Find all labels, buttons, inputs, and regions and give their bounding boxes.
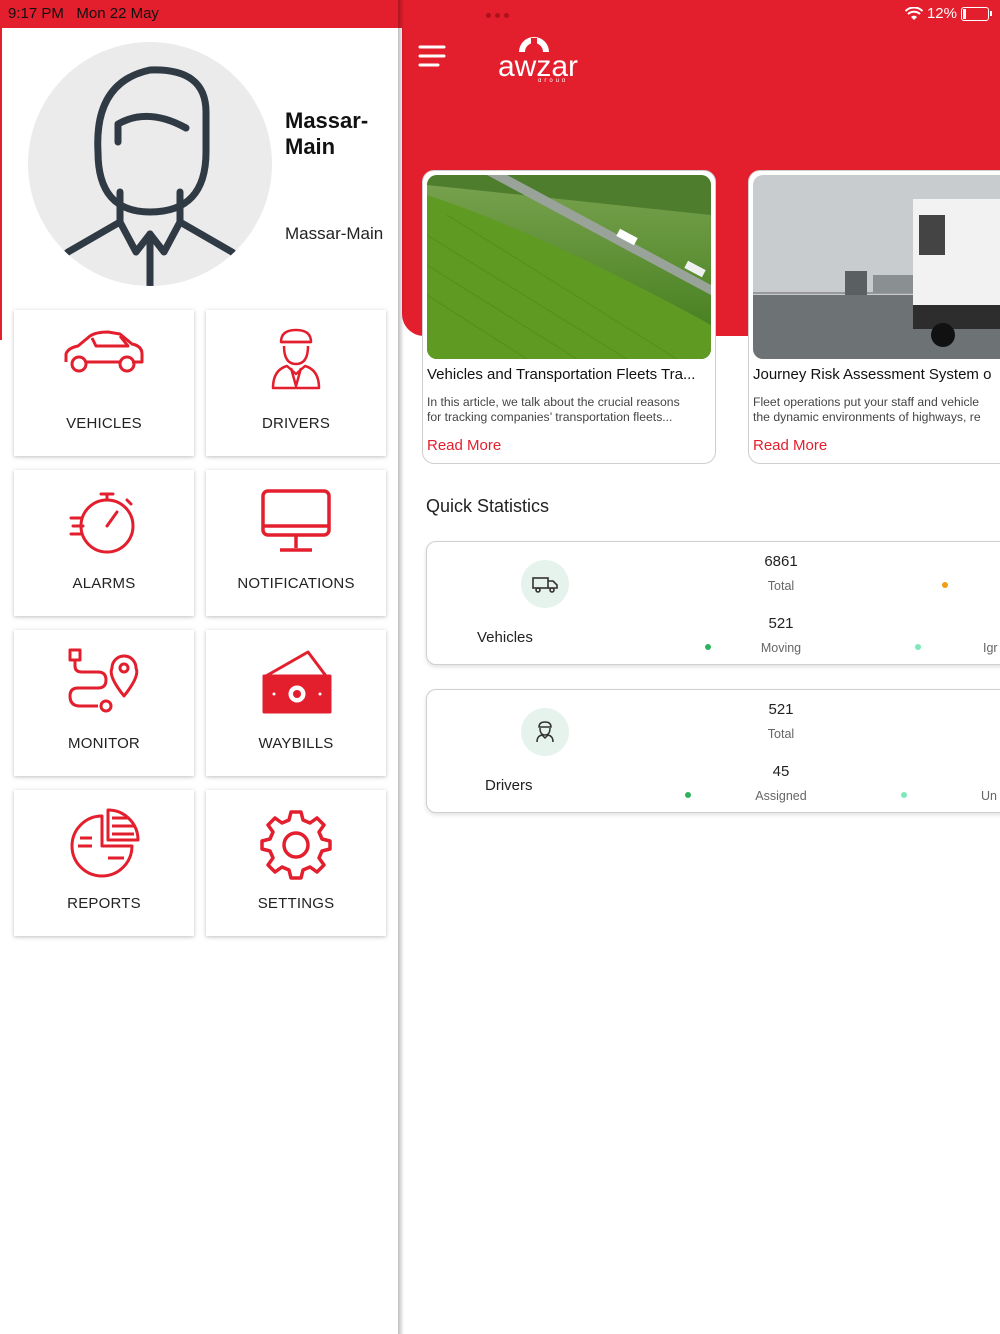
stat-assigned-label: Assigned <box>755 789 807 803</box>
status-time-date: 9:17 PM Mon 22 May <box>8 5 159 22</box>
stat-moving-label: Moving <box>760 641 802 655</box>
stat-total-label: Total <box>767 579 795 593</box>
stat-moving-value: 521 <box>768 615 794 632</box>
driver-small-icon <box>521 708 569 756</box>
status-dot-mint <box>901 792 907 798</box>
article-card-1[interactable]: Vehicles and Transportation Fleets Tra..… <box>422 170 716 464</box>
tile-alarms[interactable]: ALARMS <box>14 470 194 616</box>
read-more-link[interactable]: Read More <box>753 437 827 454</box>
stat-total-value: 6861 <box>764 553 798 570</box>
status-dot-green <box>685 792 691 798</box>
tile-monitor[interactable]: MONITOR <box>14 630 194 776</box>
status-dot-orange <box>942 582 948 588</box>
quick-statistics-title: Quick Statistics <box>426 496 550 516</box>
truck-icon <box>521 560 569 608</box>
stat-total-value: 521 <box>768 701 794 718</box>
stat-card-drivers[interactable]: Drivers 521 Total 45 Assigned Un <box>426 689 1000 813</box>
status-date: Mon 22 May <box>76 5 159 22</box>
gear-icon <box>260 810 332 880</box>
stopwatch-icon <box>69 492 135 554</box>
battery-percent: 12% <box>926 5 957 22</box>
money-icon <box>262 650 332 714</box>
monitor-icon <box>261 489 331 552</box>
main-panel: 12% awzar group Vehicles and Transportat… <box>402 0 1000 1334</box>
tile-vehicles[interactable]: VEHICLES <box>14 310 194 456</box>
pie-chart-icon <box>70 808 140 878</box>
status-dot-green <box>705 644 711 650</box>
read-more-link[interactable]: Read More <box>427 437 501 454</box>
hamburger-icon[interactable] <box>418 44 446 73</box>
tile-label-settings: SETTINGS <box>257 895 335 912</box>
status-time: 9:17 PM <box>8 5 64 22</box>
stat-card-vehicles[interactable]: Vehicles 6861 Total 521 Moving Igr <box>426 541 1000 665</box>
tile-notifications[interactable]: NOTIFICATIONS <box>206 470 386 616</box>
stat-name-drivers: Drivers <box>485 777 533 794</box>
multitask-dots[interactable] <box>486 13 509 18</box>
profile-name: Massar-Main <box>285 108 369 159</box>
article-description: In this article, we talk about the cruci… <box>427 395 680 424</box>
tile-waybills[interactable]: WAYBILLS <box>206 630 386 776</box>
stat-total-label: Total <box>767 727 795 741</box>
article-card-2[interactable]: Journey Risk Assessment System o Fleet o… <box>748 170 1000 464</box>
tile-label-monitor: MONITOR <box>68 735 140 752</box>
status-right: 12% <box>904 5 992 22</box>
svg-text:group: group <box>538 78 568 82</box>
car-icon <box>64 330 144 373</box>
status-dot-mint <box>915 644 921 650</box>
route-pin-icon <box>68 648 139 713</box>
wifi-icon <box>904 6 923 20</box>
article-image-fields <box>427 175 711 359</box>
tile-reports[interactable]: REPORTS <box>14 790 194 936</box>
article-title: Vehicles and Transportation Fleets Tra..… <box>427 366 696 383</box>
tile-drivers[interactable]: DRIVERS <box>206 310 386 456</box>
tile-label-reports: REPORTS <box>67 895 141 912</box>
battery-icon <box>961 6 989 21</box>
sidebar-edge <box>0 28 2 340</box>
tile-settings[interactable]: SETTINGS <box>206 790 386 936</box>
tile-label-drivers: DRIVERS <box>261 415 331 432</box>
article-title: Journey Risk Assessment System o <box>753 366 992 383</box>
tile-label-waybills: WAYBILLS <box>258 735 334 752</box>
tile-label-notifications: NOTIFICATIONS <box>237 575 355 592</box>
article-image-truck <box>753 175 1000 359</box>
stat-assigned-value: 45 <box>772 763 790 780</box>
stat-cut-label: Un <box>981 789 997 803</box>
stat-name-vehicles: Vehicles <box>477 629 533 646</box>
profile-subtitle: Massar-Main <box>285 224 384 243</box>
panel-divider <box>398 0 404 1334</box>
avatar <box>28 42 272 286</box>
brand-logo: awzar group <box>498 32 598 87</box>
article-description: Fleet operations put your staff and vehi… <box>753 395 981 424</box>
tile-label-vehicles: VEHICLES <box>66 415 142 432</box>
user-outline-icon <box>52 66 248 286</box>
driver-icon <box>271 328 321 390</box>
tile-label-alarms: ALARMS <box>72 575 136 592</box>
stat-cut-label: Igr <box>983 641 998 655</box>
